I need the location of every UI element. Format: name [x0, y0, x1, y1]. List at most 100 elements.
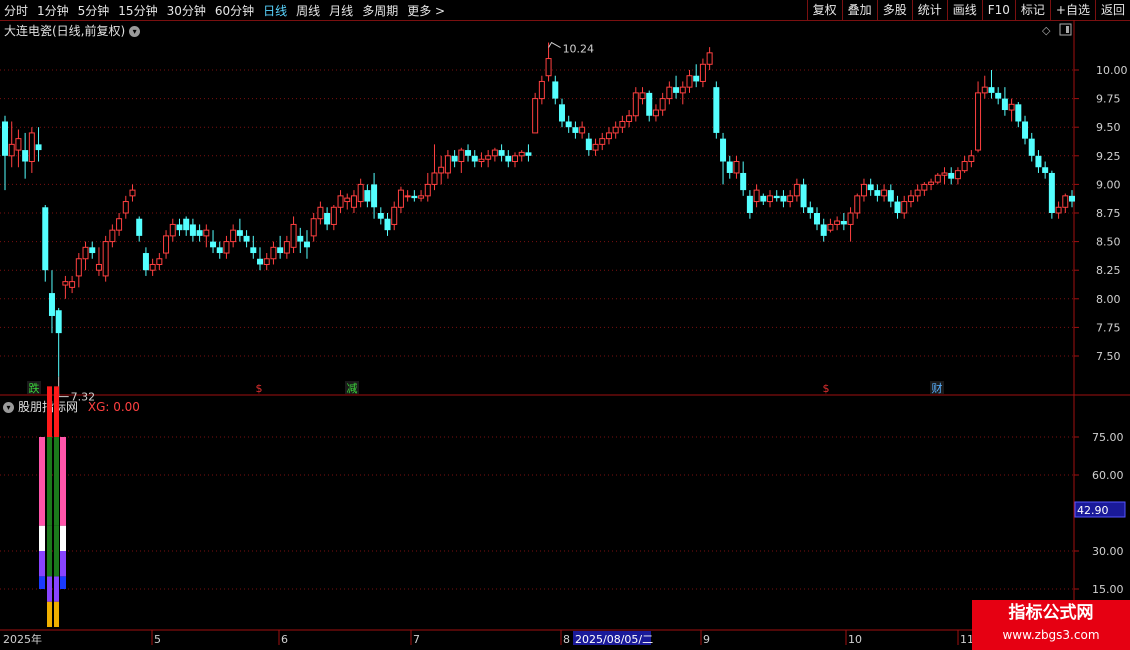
candle-body — [961, 161, 968, 172]
date-label: 5 — [154, 633, 161, 646]
indicator-bar-segment — [60, 576, 66, 589]
candle-body — [813, 213, 820, 225]
candle-body — [726, 161, 733, 173]
candle — [438, 155, 445, 185]
diamond-icon[interactable]: ◇ — [1042, 24, 1051, 37]
event-marker[interactable]: 财 — [932, 381, 943, 395]
candle-body — [196, 230, 203, 236]
candle — [928, 178, 935, 191]
candle-body — [42, 207, 49, 271]
watermark-url: www.zbgs3.com — [1002, 628, 1100, 642]
candle — [1015, 102, 1022, 128]
date-label: 2025年 — [3, 632, 42, 646]
candle — [518, 150, 525, 162]
candle-body — [995, 92, 1002, 99]
candle — [780, 190, 787, 208]
candle-body — [418, 195, 425, 199]
candle — [605, 127, 612, 145]
candle-body — [364, 190, 371, 202]
candle — [699, 58, 706, 88]
candle-body — [458, 149, 465, 163]
indicator-tick-label: 60.00 — [1092, 469, 1124, 482]
indicator-bar-segment — [54, 437, 59, 526]
candle — [686, 70, 693, 93]
event-markers: 跌 $ 减 $ 财 — [27, 381, 944, 395]
candle-body — [344, 197, 351, 203]
candle-body — [874, 190, 881, 196]
candle-body — [22, 150, 29, 162]
candle-body — [599, 138, 606, 145]
event-marker[interactable]: $ — [256, 382, 263, 395]
candle-body — [854, 195, 861, 214]
indicator-bar-segment — [47, 525, 52, 577]
candle — [230, 224, 237, 248]
candle-body — [424, 183, 431, 197]
candle-body — [827, 223, 834, 231]
candle-body — [941, 172, 948, 176]
candle-body — [505, 155, 512, 162]
candle — [371, 172, 378, 219]
candle — [75, 253, 82, 288]
indicator-tick-label: 30.00 — [1092, 545, 1124, 558]
candle-body — [317, 206, 324, 220]
low-pointer — [58, 376, 69, 398]
candle-body — [887, 190, 894, 202]
candle-body — [820, 224, 827, 236]
candle-body — [48, 293, 55, 316]
candle-body — [512, 155, 519, 163]
candle — [800, 178, 807, 213]
indicator-bar — [39, 437, 45, 589]
panel-toggle-icon[interactable] — [1059, 23, 1072, 36]
candle-body — [619, 120, 626, 128]
candle-body — [679, 86, 686, 94]
event-marker[interactable]: $ — [823, 382, 830, 395]
candle-body — [263, 258, 270, 265]
candle — [22, 132, 29, 179]
indicator-bar — [60, 437, 66, 589]
candle-body — [176, 224, 183, 231]
candle — [820, 218, 827, 242]
candle — [1062, 193, 1069, 213]
cursor-date: 2025/08/05/二 — [575, 633, 653, 646]
candle — [652, 104, 659, 122]
candle-body — [807, 207, 814, 213]
candle-body — [216, 247, 223, 254]
candle — [505, 150, 512, 168]
candle — [277, 235, 284, 259]
candle-body — [538, 80, 545, 100]
candle — [337, 190, 344, 213]
candle-body — [579, 126, 586, 134]
candle-body — [283, 241, 290, 254]
candle-body — [545, 58, 552, 77]
candle-body — [163, 235, 170, 254]
candle — [102, 235, 109, 282]
candle-body — [706, 52, 713, 65]
grid-lines — [0, 69, 1074, 590]
candle — [867, 178, 874, 196]
candle — [599, 132, 606, 151]
candle — [1048, 170, 1055, 219]
price-tick-label: 7.75 — [1096, 321, 1121, 334]
candle-body — [740, 172, 747, 191]
event-marker[interactable]: 跌 — [29, 381, 40, 395]
chart-canvas[interactable]: ◇ 7.50 7.75 8.00 8.25 8.50 8.75 9.00 9.25 9.50 9.… — [0, 0, 1130, 650]
indicator-bar-segment — [47, 601, 52, 627]
candle-body — [384, 218, 391, 231]
price-tick-label: 8.50 — [1096, 236, 1121, 249]
high-pointer — [548, 41, 561, 48]
candle — [612, 121, 619, 139]
indicator-bar-segment — [39, 576, 45, 589]
candle — [1042, 161, 1049, 179]
candle-body — [1062, 195, 1069, 208]
candle-body — [840, 221, 847, 225]
candle-body — [552, 81, 559, 99]
candle — [223, 235, 230, 259]
candle-body — [69, 281, 76, 288]
event-marker[interactable]: 减 — [347, 382, 358, 395]
candle — [263, 253, 270, 271]
price-tick-label: 10.00 — [1096, 64, 1128, 77]
low-price-label: 7.32 — [71, 391, 96, 404]
candle-body — [666, 86, 673, 100]
candle-body — [371, 184, 378, 208]
candle — [62, 275, 69, 299]
